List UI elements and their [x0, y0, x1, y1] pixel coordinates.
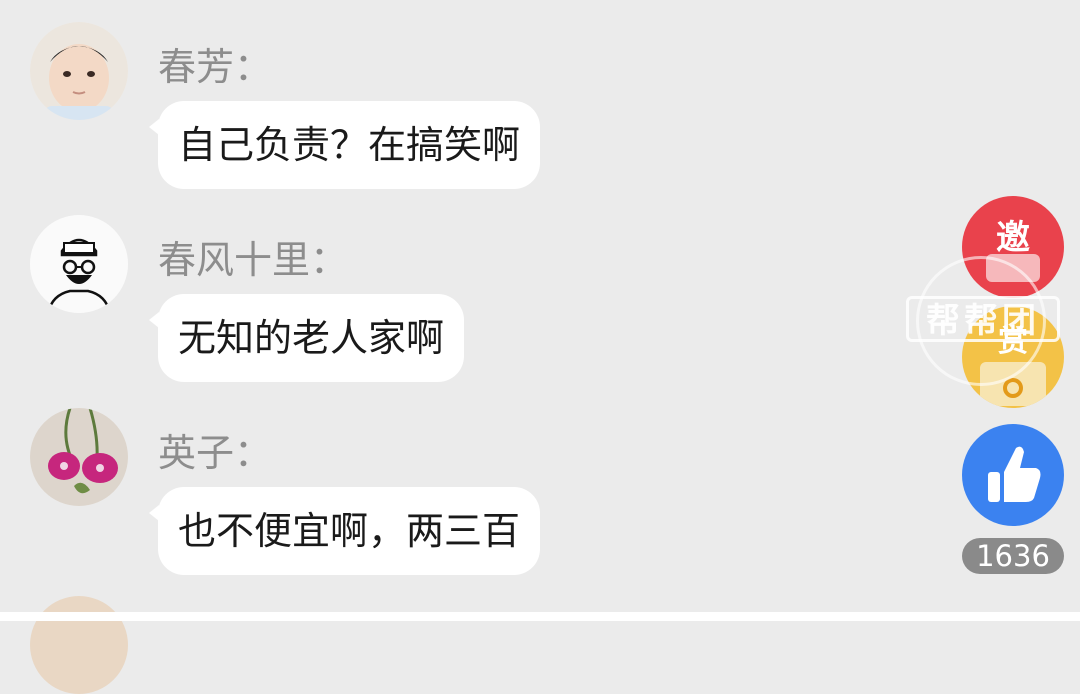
sender-name: 英子： — [158, 431, 273, 475]
message-bubble[interactable]: 也不便宜啊，两三百 — [148, 487, 541, 575]
sender-name: 春风十里： — [158, 238, 349, 282]
like-count: 1636 — [962, 538, 1064, 574]
sender-name: 春芳： — [158, 45, 273, 89]
message-bubble[interactable]: 无知的老人家啊 — [148, 294, 465, 382]
thumbs-up-icon — [988, 446, 1041, 502]
avatar[interactable] — [30, 22, 128, 120]
message-bubble[interactable]: 自己负责？在搞笑啊 — [148, 101, 541, 189]
chat-message: 春风十里： 无知的老人家啊 — [0, 193, 900, 393]
baby-avatar-icon — [30, 22, 128, 120]
chat-message: 英子： 也不便宜啊，两三百 — [0, 386, 900, 586]
avatar[interactable] — [30, 408, 128, 506]
invite-label: 邀 — [996, 218, 1030, 258]
sketch-avatar-icon — [30, 215, 128, 313]
avatar[interactable] — [30, 215, 128, 313]
flower-avatar-icon — [30, 408, 128, 506]
avatar[interactable] — [30, 596, 128, 694]
watermark: 帮帮团 — [906, 296, 1060, 342]
chat-message: 春芳： 自己负责？在搞笑啊 — [0, 0, 900, 200]
bottom-edge — [0, 612, 1080, 621]
like-button[interactable] — [962, 424, 1064, 526]
